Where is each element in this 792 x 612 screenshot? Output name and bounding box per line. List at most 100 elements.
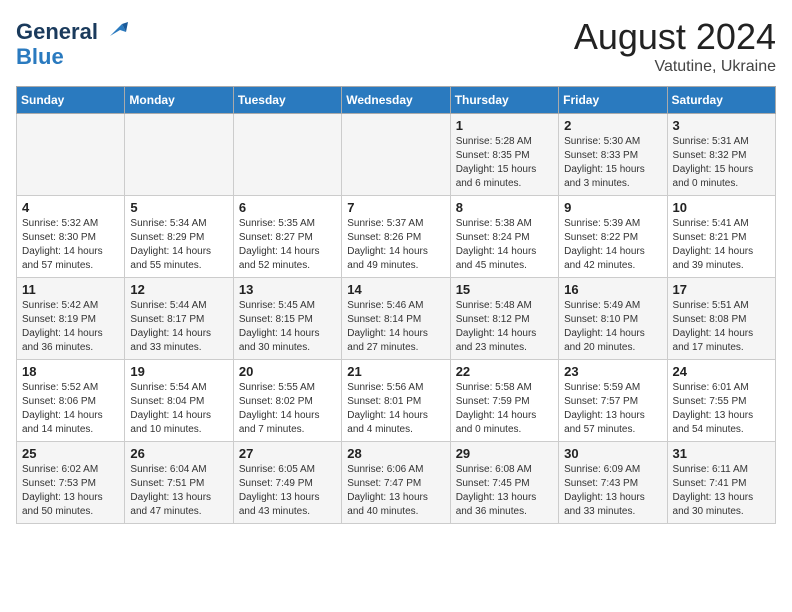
day-info: Sunrise: 5:41 AM Sunset: 8:21 PM Dayligh… <box>673 217 770 273</box>
calendar-day-13: 13 Sunrise: 5:45 AM Sunset: 8:15 PM Dayli… <box>233 278 341 360</box>
col-header-thursday: Thursday <box>450 87 558 114</box>
day-info: Sunrise: 5:56 AM Sunset: 8:01 PM Dayligh… <box>347 381 444 437</box>
calendar-week-row: 11 Sunrise: 5:42 AM Sunset: 8:19 PM Dayli… <box>17 278 776 360</box>
calendar-day-2: 2Sunrise: 5:30 AM Sunset: 8:33 PM Daylig… <box>559 114 667 196</box>
day-number: 26 <box>130 446 227 461</box>
calendar-day-7: 7 Sunrise: 5:37 AM Sunset: 8:26 PM Daylig… <box>342 196 450 278</box>
day-info: Sunrise: 5:59 AM Sunset: 7:57 PM Dayligh… <box>564 381 661 437</box>
calendar-day-9: 9 Sunrise: 5:39 AM Sunset: 8:22 PM Daylig… <box>559 196 667 278</box>
calendar-day-18: 18Sunrise: 5:52 AM Sunset: 8:06 PM Dayli… <box>17 360 125 442</box>
calendar-day-empty <box>233 114 341 196</box>
day-info: Sunrise: 6:02 AM Sunset: 7:53 PM Dayligh… <box>22 463 119 519</box>
day-info: Sunrise: 6:06 AM Sunset: 7:47 PM Dayligh… <box>347 463 444 519</box>
col-header-friday: Friday <box>559 87 667 114</box>
day-number: 9 <box>564 200 661 215</box>
day-info: Sunrise: 5:34 AM Sunset: 8:29 PM Dayligh… <box>130 217 227 273</box>
day-number: 11 <box>22 282 119 297</box>
logo: General Blue <box>16 16 130 69</box>
day-info: Sunrise: 6:04 AM Sunset: 7:51 PM Dayligh… <box>130 463 227 519</box>
day-info: Sunrise: 5:52 AM Sunset: 8:06 PM Dayligh… <box>22 381 119 437</box>
day-info: Sunrise: 5:38 AM Sunset: 8:24 PM Dayligh… <box>456 217 553 273</box>
calendar-day-26: 26 Sunrise: 6:04 AM Sunset: 7:51 PM Dayli… <box>125 442 233 524</box>
day-number: 5 <box>130 200 227 215</box>
day-number: 1 <box>456 118 553 133</box>
day-info: Sunrise: 5:44 AM Sunset: 8:17 PM Dayligh… <box>130 299 227 355</box>
col-header-monday: Monday <box>125 87 233 114</box>
day-number: 14 <box>347 282 444 297</box>
calendar-week-row: 25 Sunrise: 6:02 AM Sunset: 7:53 PM Dayli… <box>17 442 776 524</box>
calendar-day-27: 27 Sunrise: 6:05 AM Sunset: 7:49 PM Dayli… <box>233 442 341 524</box>
calendar-day-10: 10 Sunrise: 5:41 AM Sunset: 8:21 PM Dayli… <box>667 196 775 278</box>
day-number: 31 <box>673 446 770 461</box>
day-info: Sunrise: 5:51 AM Sunset: 8:08 PM Dayligh… <box>673 299 770 355</box>
calendar-day-empty <box>125 114 233 196</box>
day-info: Sunrise: 5:45 AM Sunset: 8:15 PM Dayligh… <box>239 299 336 355</box>
calendar-day-31: 31 Sunrise: 6:11 AM Sunset: 7:41 PM Dayli… <box>667 442 775 524</box>
calendar-day-empty <box>342 114 450 196</box>
day-info: Sunrise: 5:28 AM Sunset: 8:35 PM Dayligh… <box>456 135 553 191</box>
calendar-day-19: 19Sunrise: 5:54 AM Sunset: 8:04 PM Dayli… <box>125 360 233 442</box>
day-info: Sunrise: 5:37 AM Sunset: 8:26 PM Dayligh… <box>347 217 444 273</box>
day-info: Sunrise: 5:42 AM Sunset: 8:19 PM Dayligh… <box>22 299 119 355</box>
day-number: 12 <box>130 282 227 297</box>
day-number: 8 <box>456 200 553 215</box>
col-header-saturday: Saturday <box>667 87 775 114</box>
day-number: 17 <box>673 282 770 297</box>
day-number: 28 <box>347 446 444 461</box>
calendar-day-4: 4 Sunrise: 5:32 AM Sunset: 8:30 PM Daylig… <box>17 196 125 278</box>
day-info: Sunrise: 6:09 AM Sunset: 7:43 PM Dayligh… <box>564 463 661 519</box>
col-header-sunday: Sunday <box>17 87 125 114</box>
calendar-day-empty <box>17 114 125 196</box>
calendar-day-6: 6 Sunrise: 5:35 AM Sunset: 8:27 PM Daylig… <box>233 196 341 278</box>
month-year-title: August 2024 <box>574 16 776 58</box>
col-header-tuesday: Tuesday <box>233 87 341 114</box>
day-info: Sunrise: 5:49 AM Sunset: 8:10 PM Dayligh… <box>564 299 661 355</box>
day-number: 30 <box>564 446 661 461</box>
calendar-day-17: 17 Sunrise: 5:51 AM Sunset: 8:08 PM Dayli… <box>667 278 775 360</box>
day-info: Sunrise: 6:11 AM Sunset: 7:41 PM Dayligh… <box>673 463 770 519</box>
calendar-day-1: 1 Sunrise: 5:28 AM Sunset: 8:35 PM Daylig… <box>450 114 558 196</box>
calendar-day-16: 16 Sunrise: 5:49 AM Sunset: 8:10 PM Dayli… <box>559 278 667 360</box>
title-block: August 2024 Vatutine, Ukraine <box>574 16 776 76</box>
calendar-day-11: 11 Sunrise: 5:42 AM Sunset: 8:19 PM Dayli… <box>17 278 125 360</box>
day-info: Sunrise: 5:46 AM Sunset: 8:14 PM Dayligh… <box>347 299 444 355</box>
day-number: 19 <box>130 364 227 379</box>
day-number: 25 <box>22 446 119 461</box>
calendar-week-row: 4 Sunrise: 5:32 AM Sunset: 8:30 PM Daylig… <box>17 196 776 278</box>
day-number: 15 <box>456 282 553 297</box>
day-info: Sunrise: 6:05 AM Sunset: 7:49 PM Dayligh… <box>239 463 336 519</box>
day-info: Sunrise: 5:55 AM Sunset: 8:02 PM Dayligh… <box>239 381 336 437</box>
col-header-wednesday: Wednesday <box>342 87 450 114</box>
day-info: Sunrise: 5:30 AM Sunset: 8:33 PM Dayligh… <box>564 135 661 191</box>
location-subtitle: Vatutine, Ukraine <box>574 58 776 76</box>
calendar-day-23: 23Sunrise: 5:59 AM Sunset: 7:57 PM Dayli… <box>559 360 667 442</box>
calendar-day-8: 8 Sunrise: 5:38 AM Sunset: 8:24 PM Daylig… <box>450 196 558 278</box>
calendar-day-30: 30 Sunrise: 6:09 AM Sunset: 7:43 PM Dayli… <box>559 442 667 524</box>
day-number: 21 <box>347 364 444 379</box>
day-number: 6 <box>239 200 336 215</box>
calendar-table: SundayMondayTuesdayWednesdayThursdayFrid… <box>16 86 776 524</box>
calendar-header-row: SundayMondayTuesdayWednesdayThursdayFrid… <box>17 87 776 114</box>
day-number: 16 <box>564 282 661 297</box>
day-info: Sunrise: 5:35 AM Sunset: 8:27 PM Dayligh… <box>239 217 336 273</box>
day-info: Sunrise: 5:31 AM Sunset: 8:32 PM Dayligh… <box>673 135 770 191</box>
day-info: Sunrise: 5:39 AM Sunset: 8:22 PM Dayligh… <box>564 217 661 273</box>
calendar-day-20: 20Sunrise: 5:55 AM Sunset: 8:02 PM Dayli… <box>233 360 341 442</box>
day-number: 4 <box>22 200 119 215</box>
calendar-day-24: 24Sunrise: 6:01 AM Sunset: 7:55 PM Dayli… <box>667 360 775 442</box>
calendar-day-25: 25 Sunrise: 6:02 AM Sunset: 7:53 PM Dayli… <box>17 442 125 524</box>
calendar-day-15: 15 Sunrise: 5:48 AM Sunset: 8:12 PM Dayli… <box>450 278 558 360</box>
day-number: 27 <box>239 446 336 461</box>
calendar-day-22: 22Sunrise: 5:58 AM Sunset: 7:59 PM Dayli… <box>450 360 558 442</box>
day-info: Sunrise: 5:48 AM Sunset: 8:12 PM Dayligh… <box>456 299 553 355</box>
day-number: 13 <box>239 282 336 297</box>
page-header: General Blue August 2024 Vatutine, Ukrai… <box>16 16 776 76</box>
day-info: Sunrise: 5:58 AM Sunset: 7:59 PM Dayligh… <box>456 381 553 437</box>
day-number: 3 <box>673 118 770 133</box>
calendar-week-row: 18Sunrise: 5:52 AM Sunset: 8:06 PM Dayli… <box>17 360 776 442</box>
calendar-day-3: 3 Sunrise: 5:31 AM Sunset: 8:32 PM Daylig… <box>667 114 775 196</box>
day-number: 7 <box>347 200 444 215</box>
calendar-day-29: 29Sunrise: 6:08 AM Sunset: 7:45 PM Dayli… <box>450 442 558 524</box>
day-number: 10 <box>673 200 770 215</box>
day-info: Sunrise: 5:32 AM Sunset: 8:30 PM Dayligh… <box>22 217 119 273</box>
